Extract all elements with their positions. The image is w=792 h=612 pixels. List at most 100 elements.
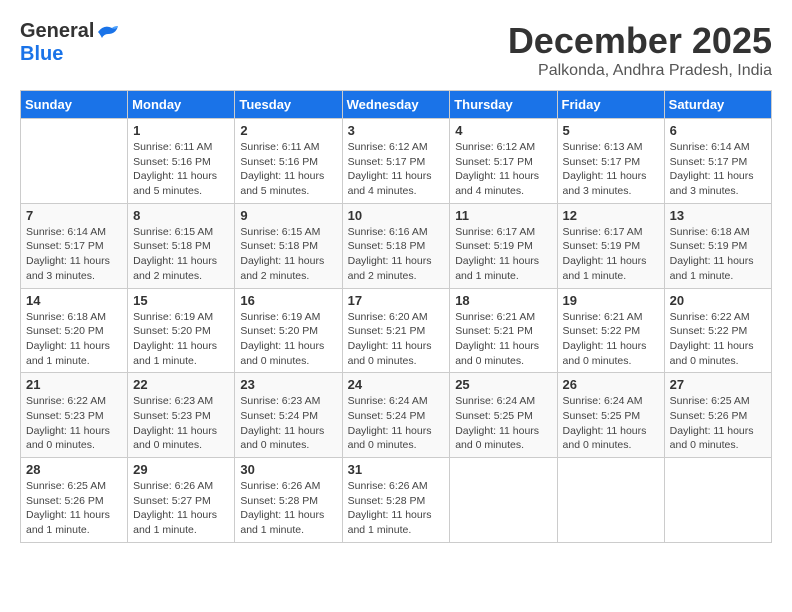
calendar-cell: 31Sunrise: 6:26 AM Sunset: 5:28 PM Dayli… [342,458,450,543]
day-info: Sunrise: 6:24 AM Sunset: 5:24 PM Dayligh… [348,394,445,453]
calendar-cell [664,458,771,543]
calendar-cell: 14 Sunrise: 6:18 AM Sunset: 5:20 PM Dayli… [21,288,128,373]
calendar-week-3: 21 Sunrise: 6:22 AM Sunset: 5:23 PM Dayli… [21,373,772,458]
header-cell-thursday: Thursday [450,91,557,119]
calendar-cell: 22Sunrise: 6:23 AM Sunset: 5:23 PM Dayli… [128,373,235,458]
day-info: Sunrise: 6:18 AM Sunset: 5:20 PM Dayligh… [26,310,122,369]
day-number: 30 [240,462,336,477]
day-number: 9 [240,208,336,223]
day-info: Sunrise: 6:22 AM Sunset: 5:22 PM Dayligh… [670,310,766,369]
day-number: 5 [563,123,659,138]
calendar-cell: 10Sunrise: 6:16 AM Sunset: 5:18 PM Dayli… [342,203,450,288]
calendar-cell: 8 Sunrise: 6:15 AM Sunset: 5:18 PM Daylig… [128,203,235,288]
header-cell-wednesday: Wednesday [342,91,450,119]
day-number: 22 [133,377,229,392]
header-cell-friday: Friday [557,91,664,119]
day-info: Sunrise: 6:19 AM Sunset: 5:20 PM Dayligh… [133,310,229,369]
calendar-cell: 9 Sunrise: 6:15 AM Sunset: 5:18 PM Daylig… [235,203,342,288]
day-number: 20 [670,293,766,308]
calendar-cell: 27 Sunrise: 6:25 AM Sunset: 5:26 PM Dayli… [664,373,771,458]
logo-general-text: General [20,20,94,43]
calendar-cell: 25 Sunrise: 6:24 AM Sunset: 5:25 PM Dayli… [450,373,557,458]
day-number: 24 [348,377,445,392]
logo-bird-icon [96,22,120,42]
calendar-cell [557,458,664,543]
day-number: 27 [670,377,766,392]
page-header: General Blue December 2025 Palkonda, And… [20,20,772,80]
day-info: Sunrise: 6:15 AM Sunset: 5:18 PM Dayligh… [240,225,336,284]
day-number: 15 [133,293,229,308]
day-info: Sunrise: 6:22 AM Sunset: 5:23 PM Dayligh… [26,394,122,453]
day-number: 10 [348,208,445,223]
calendar-cell: 19 Sunrise: 6:21 AM Sunset: 5:22 PM Dayli… [557,288,664,373]
day-info: Sunrise: 6:11 AM Sunset: 5:16 PM Dayligh… [240,140,336,199]
day-number: 8 [133,208,229,223]
header-cell-tuesday: Tuesday [235,91,342,119]
day-info: Sunrise: 6:15 AM Sunset: 5:18 PM Dayligh… [133,225,229,284]
calendar-week-0: 1Sunrise: 6:11 AM Sunset: 5:16 PM Daylig… [21,119,772,204]
day-number: 11 [455,208,551,223]
day-info: Sunrise: 6:24 AM Sunset: 5:25 PM Dayligh… [455,394,551,453]
day-info: Sunrise: 6:24 AM Sunset: 5:25 PM Dayligh… [563,394,659,453]
calendar-cell: 23Sunrise: 6:23 AM Sunset: 5:24 PM Dayli… [235,373,342,458]
calendar-week-2: 14 Sunrise: 6:18 AM Sunset: 5:20 PM Dayli… [21,288,772,373]
calendar-week-1: 7 Sunrise: 6:14 AM Sunset: 5:17 PM Daylig… [21,203,772,288]
day-info: Sunrise: 6:12 AM Sunset: 5:17 PM Dayligh… [455,140,551,199]
day-number: 21 [26,377,122,392]
calendar-cell [450,458,557,543]
header-cell-sunday: Sunday [21,91,128,119]
day-info: Sunrise: 6:17 AM Sunset: 5:19 PM Dayligh… [563,225,659,284]
title-section: December 2025 Palkonda, Andhra Pradesh, … [508,20,772,80]
day-number: 19 [563,293,659,308]
month-title: December 2025 [508,20,772,62]
calendar-cell: 4 Sunrise: 6:12 AM Sunset: 5:17 PM Daylig… [450,119,557,204]
calendar-cell: 17Sunrise: 6:20 AM Sunset: 5:21 PM Dayli… [342,288,450,373]
day-number: 29 [133,462,229,477]
day-info: Sunrise: 6:21 AM Sunset: 5:21 PM Dayligh… [455,310,551,369]
calendar-cell: 2 Sunrise: 6:11 AM Sunset: 5:16 PM Daylig… [235,119,342,204]
header-cell-saturday: Saturday [664,91,771,119]
calendar-cell: 18 Sunrise: 6:21 AM Sunset: 5:21 PM Dayli… [450,288,557,373]
day-info: Sunrise: 6:17 AM Sunset: 5:19 PM Dayligh… [455,225,551,284]
calendar-cell: 12 Sunrise: 6:17 AM Sunset: 5:19 PM Dayli… [557,203,664,288]
day-number: 4 [455,123,551,138]
calendar-cell: 24 Sunrise: 6:24 AM Sunset: 5:24 PM Dayli… [342,373,450,458]
day-number: 7 [26,208,122,223]
day-info: Sunrise: 6:26 AM Sunset: 5:28 PM Dayligh… [240,479,336,538]
day-info: Sunrise: 6:18 AM Sunset: 5:19 PM Dayligh… [670,225,766,284]
calendar-week-4: 28Sunrise: 6:25 AM Sunset: 5:26 PM Dayli… [21,458,772,543]
day-number: 31 [348,462,445,477]
calendar-cell: 13Sunrise: 6:18 AM Sunset: 5:19 PM Dayli… [664,203,771,288]
calendar-cell: 3 Sunrise: 6:12 AM Sunset: 5:17 PM Daylig… [342,119,450,204]
day-number: 25 [455,377,551,392]
day-number: 3 [348,123,445,138]
day-number: 16 [240,293,336,308]
calendar-cell: 5 Sunrise: 6:13 AM Sunset: 5:17 PM Daylig… [557,119,664,204]
day-number: 2 [240,123,336,138]
day-info: Sunrise: 6:23 AM Sunset: 5:24 PM Dayligh… [240,394,336,453]
day-info: Sunrise: 6:12 AM Sunset: 5:17 PM Dayligh… [348,140,445,199]
day-info: Sunrise: 6:25 AM Sunset: 5:26 PM Dayligh… [670,394,766,453]
day-info: Sunrise: 6:26 AM Sunset: 5:27 PM Dayligh… [133,479,229,538]
calendar-cell: 16 Sunrise: 6:19 AM Sunset: 5:20 PM Dayli… [235,288,342,373]
calendar-cell: 21 Sunrise: 6:22 AM Sunset: 5:23 PM Dayli… [21,373,128,458]
calendar-cell: 26 Sunrise: 6:24 AM Sunset: 5:25 PM Dayli… [557,373,664,458]
calendar-cell: 30 Sunrise: 6:26 AM Sunset: 5:28 PM Dayli… [235,458,342,543]
day-info: Sunrise: 6:19 AM Sunset: 5:20 PM Dayligh… [240,310,336,369]
day-number: 26 [563,377,659,392]
calendar-cell: 29 Sunrise: 6:26 AM Sunset: 5:27 PM Dayli… [128,458,235,543]
day-number: 6 [670,123,766,138]
header-cell-monday: Monday [128,91,235,119]
calendar-table: SundayMondayTuesdayWednesdayThursdayFrid… [20,90,772,543]
day-number: 28 [26,462,122,477]
day-number: 14 [26,293,122,308]
calendar-cell: 6Sunrise: 6:14 AM Sunset: 5:17 PM Daylig… [664,119,771,204]
logo: General Blue [20,20,120,66]
location-title: Palkonda, Andhra Pradesh, India [508,62,772,80]
day-info: Sunrise: 6:13 AM Sunset: 5:17 PM Dayligh… [563,140,659,199]
day-info: Sunrise: 6:14 AM Sunset: 5:17 PM Dayligh… [26,225,122,284]
calendar-cell: 1Sunrise: 6:11 AM Sunset: 5:16 PM Daylig… [128,119,235,204]
day-number: 18 [455,293,551,308]
day-info: Sunrise: 6:21 AM Sunset: 5:22 PM Dayligh… [563,310,659,369]
day-number: 12 [563,208,659,223]
